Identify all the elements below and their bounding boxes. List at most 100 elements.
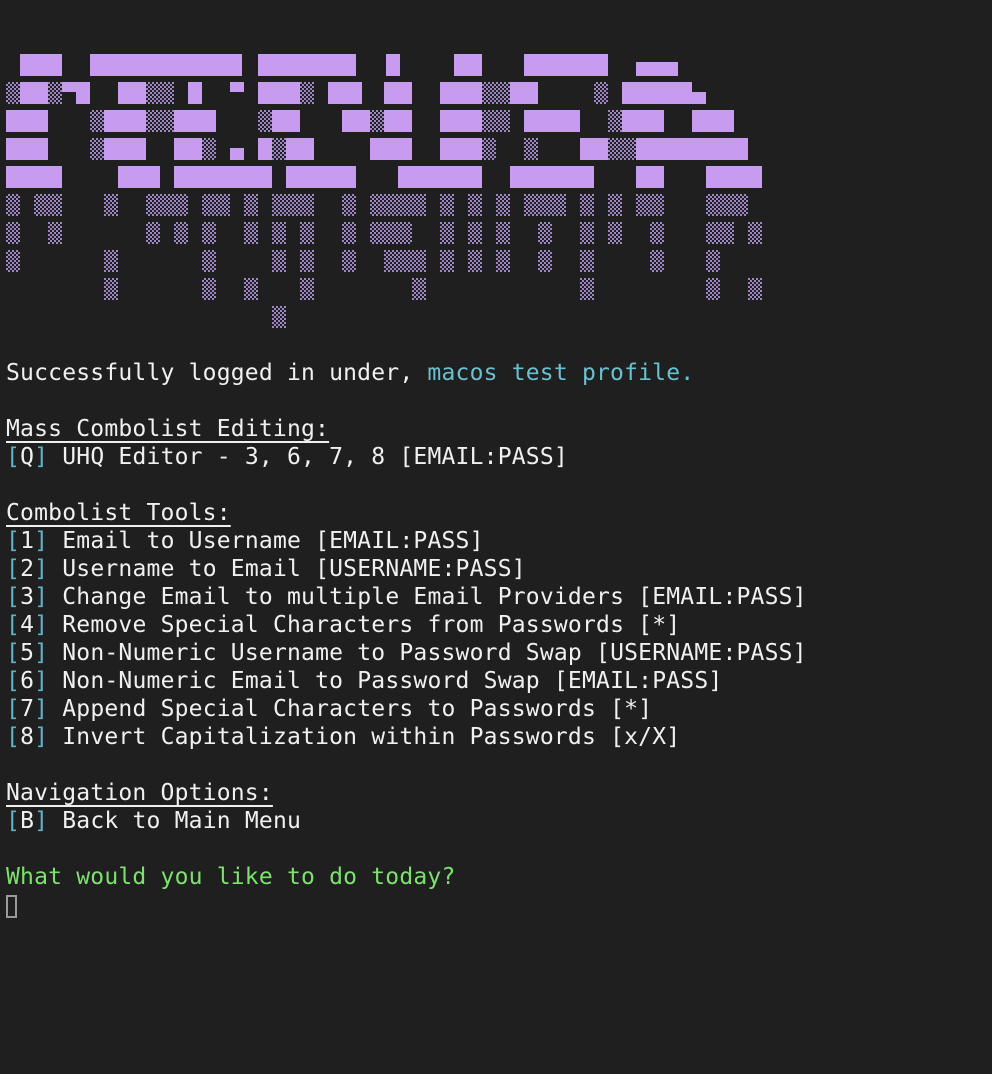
- banner-shade-block: [342, 194, 356, 216]
- section-heading-navigation: Navigation Options:: [6, 780, 273, 806]
- banner-shade-block: [272, 250, 286, 272]
- banner-shade-block: [482, 110, 510, 132]
- banner-block: [692, 92, 706, 104]
- banner-shade-block: [468, 222, 482, 244]
- menu-option-6[interactable]: [6] Non-Numeric Email to Password Swap […: [6, 667, 986, 695]
- banner-shade-block: [468, 194, 482, 216]
- banner-shade-block: [174, 222, 188, 244]
- banner-shade-block: [412, 278, 426, 300]
- banner-shade-block: [146, 82, 174, 104]
- banner-block: [104, 138, 146, 160]
- banner-shade-block: [650, 250, 664, 272]
- banner-block: [370, 138, 412, 160]
- banner-shade-block: [468, 250, 482, 272]
- login-prefix: Successfully logged in under,: [6, 360, 428, 386]
- banner-shade-block: [146, 110, 174, 132]
- menu-option-1[interactable]: [1] Email to Username [EMAIL:PASS]: [6, 527, 986, 555]
- banner-block: [622, 82, 692, 104]
- menu-option-label: Remove Special Characters from Passwords…: [48, 612, 681, 638]
- banner-block: [6, 138, 48, 160]
- banner-block: [386, 54, 400, 76]
- section-heading-tools: Combolist Tools:: [6, 500, 231, 526]
- banner-block: [454, 54, 482, 76]
- terminal-window: Successfully logged in under, macos test…: [0, 0, 992, 1074]
- banner-shade-block: [300, 222, 314, 244]
- banner-shade-block: [342, 222, 356, 244]
- banner-shade-block: [6, 82, 20, 104]
- banner-shade-block: [706, 278, 720, 300]
- banner-shade-block: [90, 138, 104, 160]
- banner-block: [230, 148, 244, 160]
- banner-shade-block: [34, 194, 62, 216]
- banner-block: [230, 82, 244, 92]
- menu-option-8[interactable]: [8] Invert Capitalization within Passwor…: [6, 723, 986, 751]
- banner-shade-block: [244, 222, 258, 244]
- banner-block: [706, 166, 762, 188]
- banner-shade-block: [272, 306, 286, 328]
- menu-option-b[interactable]: [B] Back to Main Menu: [6, 807, 986, 835]
- menu-option-label: Non-Numeric Email to Password Swap [EMAI…: [48, 668, 723, 694]
- banner-block: [384, 82, 412, 104]
- banner-block: [524, 110, 580, 132]
- banner-shade-block: [104, 278, 118, 300]
- banner-shade-block: [90, 110, 104, 132]
- banner-block: [440, 110, 482, 132]
- menu-option-4[interactable]: [4] Remove Special Characters from Passw…: [6, 611, 986, 639]
- login-status: Successfully logged in under, macos test…: [6, 359, 986, 387]
- banner-shade-block: [244, 278, 258, 300]
- banner-shade-block: [258, 110, 272, 132]
- banner-shade-block: [202, 194, 230, 216]
- banner-block: [6, 166, 62, 188]
- menu-option-q[interactable]: [Q] UHQ Editor - 3, 6, 7, 8 [EMAIL:PASS]: [6, 443, 986, 471]
- banner-shade-block: [496, 222, 510, 244]
- banner-shade-block: [104, 194, 118, 216]
- banner-block: [328, 82, 362, 104]
- banner-shade-block: [706, 222, 734, 244]
- banner-shade-block: [496, 250, 510, 272]
- banner-shade-block: [48, 222, 62, 244]
- ascii-art-banner: [6, 52, 766, 332]
- banner-shade-block: [300, 278, 314, 300]
- text-cursor[interactable]: [6, 895, 17, 918]
- banner-shade-block: [146, 194, 188, 216]
- menu-option-5[interactable]: [5] Non-Numeric Username to Password Swa…: [6, 639, 986, 667]
- banner-block: [174, 138, 202, 160]
- banner-block: [6, 110, 48, 132]
- banner-shade-block: [594, 82, 608, 104]
- menu-option-label: Username to Email [USERNAME:PASS]: [48, 556, 526, 582]
- banner-shade-block: [272, 138, 286, 160]
- banner-block: [90, 54, 242, 76]
- menu-option-label: Invert Capitalization within Passwords […: [48, 724, 681, 750]
- input-prompt: What would you like to do today?: [6, 864, 456, 890]
- banner-block: [174, 110, 216, 132]
- menu-option-2[interactable]: [2] Username to Email [USERNAME:PASS]: [6, 555, 986, 583]
- banner-shade-block: [370, 222, 412, 244]
- banner-shade-block: [580, 194, 594, 216]
- banner-block: [286, 166, 356, 188]
- banner-shade-block: [538, 222, 552, 244]
- banner-shade-block: [244, 194, 258, 216]
- banner-block: [510, 166, 594, 188]
- banner-block: [104, 110, 146, 132]
- menu-option-3[interactable]: [3] Change Email to multiple Email Provi…: [6, 583, 986, 611]
- banner-block: [20, 54, 62, 76]
- menu-option-label: Back to Main Menu: [48, 808, 302, 834]
- input-line[interactable]: [6, 891, 986, 919]
- menu-option-7[interactable]: [7] Append Special Characters to Passwor…: [6, 695, 986, 723]
- banner-block: [692, 110, 734, 132]
- banner-shade-block: [202, 278, 216, 300]
- banner-shade-block: [272, 222, 286, 244]
- menu-option-label: UHQ Editor - 3, 6, 7, 8 [EMAIL:PASS]: [48, 444, 568, 470]
- banner-shade-block: [608, 222, 622, 244]
- banner-shade-block: [202, 250, 216, 272]
- menu-option-label: Non-Numeric Username to Password Swap [U…: [48, 640, 807, 666]
- banner-block: [118, 82, 146, 104]
- banner-shade-block: [608, 110, 622, 132]
- banner-shade-block: [6, 250, 20, 272]
- banner-block: [636, 62, 678, 76]
- banner-block: [524, 54, 608, 76]
- banner-shade-block: [300, 82, 314, 104]
- banner-block: [258, 54, 356, 76]
